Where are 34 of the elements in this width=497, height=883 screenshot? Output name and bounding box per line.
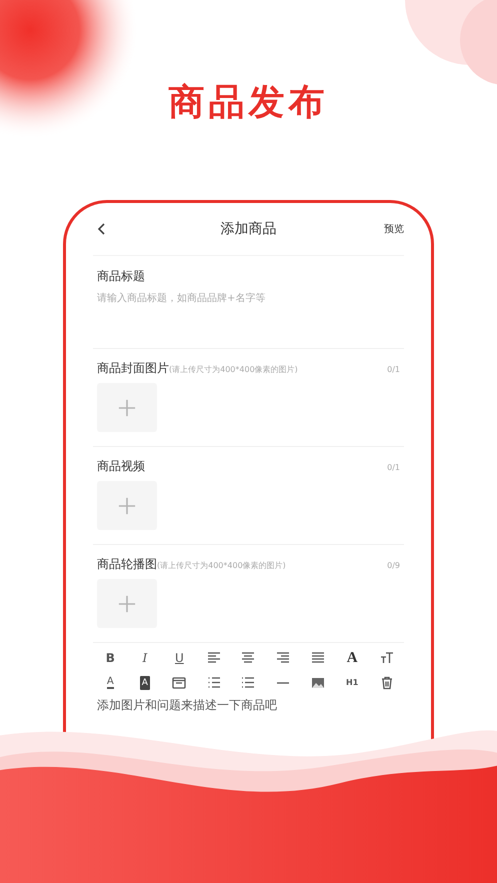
format-button[interactable]: A xyxy=(106,676,114,689)
file-count: 0/1 xyxy=(387,463,400,472)
format-button[interactable]: I xyxy=(142,650,148,664)
screen-title: 添加商品 xyxy=(220,220,276,238)
plus-icon xyxy=(118,594,136,612)
plus-icon xyxy=(118,496,136,514)
align-right-icon[interactable] xyxy=(276,650,290,664)
bullet-list-icon[interactable] xyxy=(241,676,256,690)
trash-icon[interactable] xyxy=(380,676,394,690)
format-button[interactable]: A xyxy=(346,650,358,664)
format-button[interactable]: B xyxy=(106,650,115,664)
size-hint: (请上传尺寸为400*400像素的图片) xyxy=(157,560,286,571)
format-button[interactable]: A xyxy=(140,676,150,690)
size-hint: (请上传尺寸为400*400像素的图片) xyxy=(169,364,298,375)
plus-icon xyxy=(118,398,136,416)
field-label: 商品标题 xyxy=(97,268,146,285)
file-count: 0/9 xyxy=(387,561,400,570)
text-size-icon[interactable] xyxy=(380,650,394,664)
ordered-list-icon[interactable] xyxy=(206,676,221,690)
justify-icon[interactable] xyxy=(310,650,325,664)
image-icon[interactable] xyxy=(310,676,325,690)
calendar-icon[interactable] xyxy=(172,676,186,690)
field-label: 商品封面图片 xyxy=(97,360,169,377)
back-icon[interactable] xyxy=(97,223,105,235)
format-button[interactable]: U xyxy=(174,650,184,664)
file-count: 0/1 xyxy=(387,365,400,374)
field-label: 商品轮播图 xyxy=(97,556,157,573)
editor-placeholder[interactable]: 添加图片和问题来描述一下商品吧 xyxy=(93,691,404,720)
preview-link[interactable]: 预览 xyxy=(384,222,404,236)
align-left-icon[interactable] xyxy=(206,650,221,664)
field-label: 商品视频 xyxy=(97,458,145,475)
format-button[interactable]: H1 xyxy=(346,676,358,690)
align-center-icon[interactable] xyxy=(241,650,256,664)
headline: 商品发布 xyxy=(168,81,328,122)
